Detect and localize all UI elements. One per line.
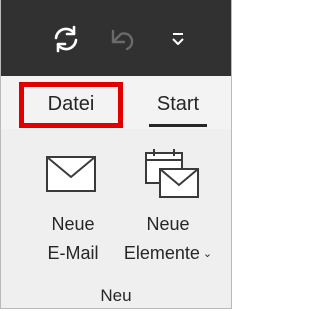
new-items-label-line1: Neue — [146, 214, 190, 234]
outlook-ribbon: Datei Start Neue E-Mail Neue Elemente⌄ — [0, 0, 232, 309]
customize-toolbar-icon — [172, 33, 184, 45]
tab-start[interactable]: Start — [143, 76, 213, 129]
sync-icon — [54, 25, 78, 53]
new-email-button[interactable]: Neue E-Mail — [29, 129, 117, 279]
customize-toolbar-button[interactable] — [161, 22, 195, 56]
envelope-icon — [46, 156, 96, 192]
new-email-label-line2: E-Mail — [47, 243, 99, 263]
calendar-envelope-icon — [145, 149, 199, 198]
sync-button[interactable] — [49, 22, 83, 56]
ribbon-tab-bar: Datei Start — [1, 76, 231, 129]
tab-file-highlight — [19, 82, 123, 128]
tab-start-selected-indicator — [149, 124, 207, 127]
new-email-label-line1: Neue — [51, 214, 95, 234]
group-new: Neue E-Mail Neue Elemente ⌄ Neu — [1, 129, 231, 308]
group-title: Neu — [100, 286, 132, 305]
new-items-button[interactable]: Neue Elemente ⌄ — [113, 129, 223, 279]
undo-icon — [111, 29, 134, 51]
new-items-label-text: Elemente — [123, 243, 200, 263]
quick-access-toolbar — [1, 0, 231, 76]
new-items-label-line2: Elemente ⌄ — [113, 242, 223, 265]
undo-button[interactable] — [101, 22, 135, 56]
chevron-down-icon: ⌄ — [202, 248, 213, 261]
